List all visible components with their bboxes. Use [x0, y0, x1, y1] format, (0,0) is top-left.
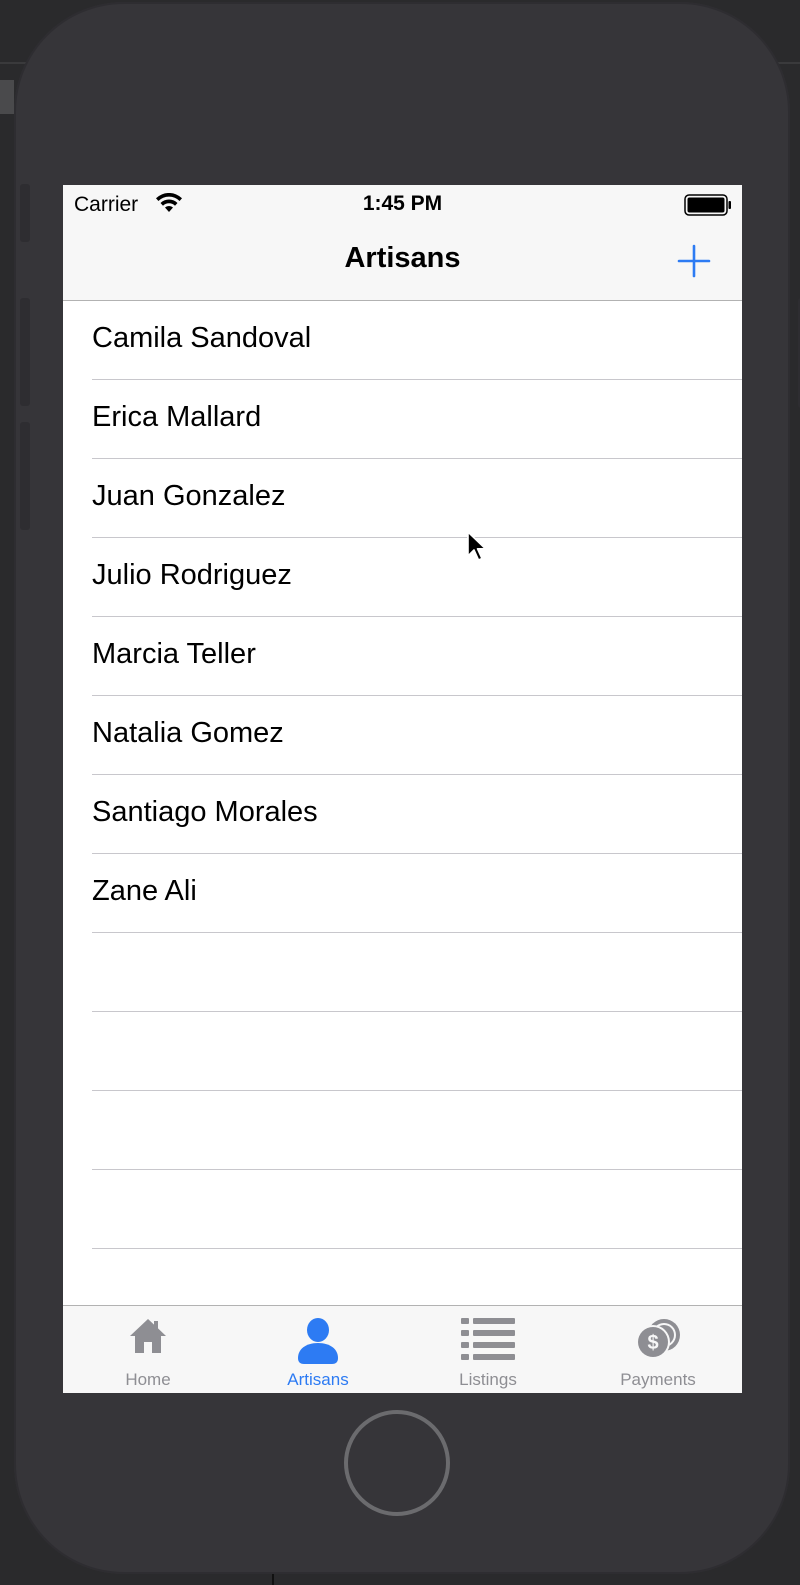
- person-icon: [298, 1318, 338, 1364]
- artisan-name: Santiago Morales: [92, 796, 318, 828]
- tab-payments-label: Payments: [620, 1370, 696, 1389]
- battery-icon: [684, 194, 731, 216]
- artisan-name: Marcia Teller: [92, 638, 256, 670]
- artisan-name: Julio Rodriguez: [92, 559, 292, 591]
- mouse-cursor-icon: [467, 531, 487, 561]
- list-item[interactable]: Erica Mallard: [63, 380, 742, 459]
- list-icon: [461, 1318, 515, 1360]
- tab-home[interactable]: Home: [63, 1306, 233, 1393]
- empty-list-row: [63, 1091, 742, 1170]
- artisan-name: Camila Sandoval: [92, 322, 312, 354]
- add-artisan-button[interactable]: [676, 243, 712, 279]
- list-item[interactable]: Zane Ali: [63, 854, 742, 933]
- empty-list-row: [63, 1012, 742, 1091]
- page-title: Artisans: [344, 242, 461, 274]
- home-button[interactable]: [344, 1410, 450, 1516]
- list-item[interactable]: Camila Sandoval: [63, 301, 742, 380]
- list-item[interactable]: Santiago Morales: [63, 775, 742, 854]
- artisan-name: Natalia Gomez: [92, 717, 284, 749]
- tab-payments[interactable]: $ Payments: [573, 1306, 742, 1393]
- volume-down-button: [20, 422, 30, 530]
- artisan-name: Juan Gonzalez: [92, 480, 286, 512]
- app-screen: Carrier 1:45 PM Artisans Camila Sandoval…: [63, 185, 742, 1393]
- artisan-name: Zane Ali: [92, 875, 197, 907]
- volume-up-button: [20, 298, 30, 406]
- simulator-panel-edge: [0, 80, 14, 114]
- coins-icon: $: [636, 1319, 680, 1359]
- list-item[interactable]: Juan Gonzalez: [63, 459, 742, 538]
- house-icon: [130, 1319, 166, 1353]
- artisan-name: Erica Mallard: [92, 401, 262, 433]
- list-item[interactable]: Julio Rodriguez: [63, 538, 742, 617]
- empty-list-row: [63, 933, 742, 1012]
- artisan-table: Camila Sandoval Erica Mallard Juan Gonzale…: [63, 301, 742, 1307]
- tab-bar: Home Artisans Listings $ Payments: [63, 1305, 742, 1393]
- list-item[interactable]: Natalia Gomez: [63, 696, 742, 775]
- tab-home-label: Home: [125, 1370, 171, 1389]
- tab-listings-label: Listings: [459, 1370, 517, 1389]
- tab-listings[interactable]: Listings: [403, 1306, 573, 1393]
- navigation-bar: Artisans: [63, 225, 742, 301]
- empty-list-row: [63, 1170, 742, 1249]
- clock-label: 1:45 PM: [362, 192, 443, 215]
- status-bar: Carrier 1:45 PM: [63, 185, 742, 225]
- tab-artisans-label: Artisans: [287, 1370, 349, 1389]
- mute-switch: [20, 184, 30, 242]
- plus-icon: [677, 244, 711, 278]
- list-item[interactable]: Marcia Teller: [63, 617, 742, 696]
- tab-artisans[interactable]: Artisans: [233, 1306, 403, 1393]
- empty-list-row: [63, 1249, 742, 1307]
- svg-text:$: $: [647, 1332, 658, 1354]
